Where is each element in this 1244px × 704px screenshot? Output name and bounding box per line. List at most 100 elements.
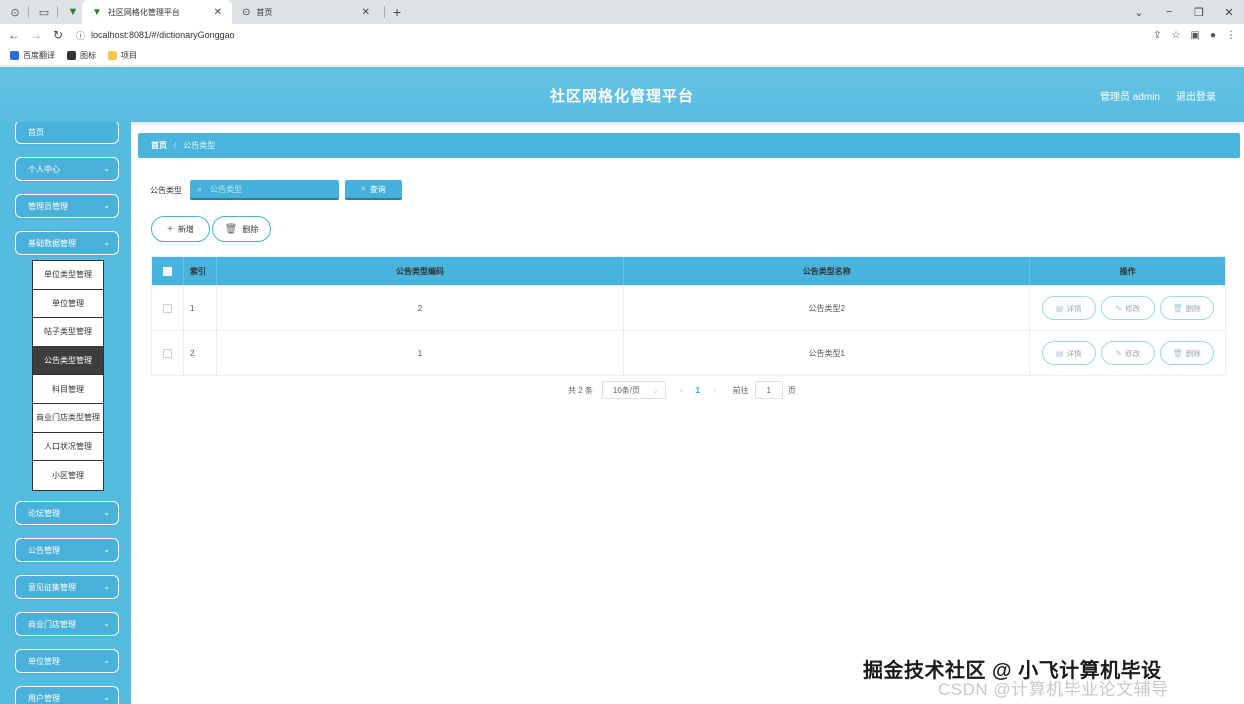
column-header-index: 索引 (184, 257, 217, 285)
column-header-ops: 操作 (1119, 266, 1136, 276)
batch-delete-button[interactable]: 🗑 删除 (212, 216, 271, 242)
query-button[interactable]: ⌕ 查询 (345, 180, 402, 200)
detail-label: 详情 (1066, 303, 1082, 313)
share-icon[interactable]: ⇪ (1153, 30, 1161, 41)
submenu-item[interactable]: 单位类型管理 (33, 261, 103, 290)
bookmark-project[interactable]: 项目 (108, 50, 137, 61)
delete-label: 删除 (1185, 303, 1201, 313)
divider (384, 6, 385, 18)
submenu-item[interactable]: 单位管理 (33, 290, 103, 319)
goto-page-input[interactable]: 1 (754, 381, 783, 399)
submenu-item-active[interactable]: 公告类型管理 (33, 346, 103, 376)
user-name: 管理员 admin (1099, 92, 1160, 103)
submenu-item[interactable]: 小区管理 (33, 461, 103, 490)
tab-active[interactable]: ▼ 社区网格化管理平台 ✕ (82, 0, 232, 24)
submenu-item[interactable]: 人口状况管理 (33, 433, 103, 462)
restore-icon[interactable]: ❐ (1184, 6, 1214, 19)
submenu-item[interactable]: 科目管理 (33, 375, 103, 404)
sidepanel-icon[interactable]: ▣ (1191, 30, 1200, 41)
reload-icon[interactable]: ↻ (50, 28, 66, 42)
blank-tab-icon[interactable]: ▭ (35, 3, 53, 21)
chevron-down-icon: ⌄ (103, 164, 110, 173)
select-all-checkbox[interactable] (162, 266, 172, 276)
forward-icon[interactable]: → (28, 28, 44, 42)
table-row: 2 1 公告类型1 ▤ 详情 ✎ 修改 🗑 删除 (152, 330, 1225, 375)
close-window-icon[interactable]: ✕ (1214, 6, 1244, 19)
goto-label: 前往 (732, 385, 749, 395)
delete-button[interactable]: 🗑 删除 (1159, 296, 1214, 320)
new-tab-icon[interactable]: + (393, 4, 401, 20)
column-header-code: 公告类型编码 (217, 257, 625, 285)
action-bar: + 新增 🗑 删除 (151, 216, 271, 242)
tab-label: 首页 (256, 7, 273, 17)
document-icon: ▤ (1055, 303, 1064, 313)
sidebar-item-label: 公告管理 (28, 545, 60, 555)
add-button[interactable]: + 新增 (151, 216, 210, 242)
vue-logo-icon[interactable]: ▼ (64, 3, 82, 21)
address-bar: ← → ↻ ⓘ localhost:8081/#/dictionaryGongg… (0, 24, 1244, 46)
prev-page-icon[interactable]: ‹ (680, 386, 683, 395)
chevron-down-icon: ⌄ (103, 619, 110, 628)
site-info-icon[interactable]: ⓘ (76, 29, 85, 42)
bookmark-star-icon[interactable]: ☆ (1172, 30, 1181, 41)
sidebar-item-user[interactable]: 用户管理 ⌄ (15, 686, 119, 704)
chevron-down-icon: ⌄ (652, 385, 659, 395)
sidebar-item-profile[interactable]: 个人中心 ⌄ (15, 157, 119, 181)
browser-menu-icon[interactable]: ⊙ (6, 3, 24, 21)
page-suffix: 页 (787, 385, 796, 395)
row-checkbox[interactable] (162, 303, 172, 313)
row-checkbox[interactable] (162, 348, 172, 358)
close-tab-icon[interactable]: ✕ (362, 7, 370, 18)
browser-tab-bar: ⊙ ▭ ▼ ▼ 社区网格化管理平台 ✕ ⊙ 首页 ✕ + ⌄ − ❐ ✕ (0, 0, 1244, 24)
tab-search-icon[interactable]: ⌄ (1124, 6, 1154, 19)
search-form: 公告类型 ⌕ ⌕ 查询 (150, 180, 402, 200)
image-icon (67, 51, 76, 60)
cell-name: 公告类型2 (624, 286, 1031, 330)
delete-button-label: 删除 (242, 224, 259, 234)
cell-name: 公告类型1 (624, 331, 1031, 375)
bookmark-label: 项目 (121, 51, 137, 60)
next-page-icon[interactable]: › (713, 386, 716, 395)
document-icon: ▤ (1055, 348, 1064, 358)
chevron-down-icon: ⌄ (103, 201, 110, 210)
minimize-icon[interactable]: − (1154, 6, 1184, 18)
search-input[interactable] (190, 180, 339, 200)
search-icon: ⌕ (361, 184, 366, 193)
sidebar-item-notice[interactable]: 公告管理 ⌄ (15, 538, 119, 562)
sidebar-item-forum[interactable]: 论坛管理 ⌄ (15, 501, 119, 525)
detail-button[interactable]: ▤ 详情 (1041, 341, 1096, 365)
edit-button[interactable]: ✎ 修改 (1100, 296, 1155, 320)
sidebar-item-shop[interactable]: 商业门店管理 ⌄ (15, 612, 119, 636)
user-area: 管理员 admin 退出登录 (1100, 88, 1216, 103)
trash-icon: 🗑 (1172, 348, 1183, 358)
sidebar-item-basic-data[interactable]: 基础数据管理 ⌄ (15, 231, 119, 255)
submenu-item[interactable]: 商业门店类型管理 (33, 404, 103, 433)
detail-label: 详情 (1066, 348, 1082, 358)
sidebar-item-label: 意见征集管理 (28, 582, 76, 592)
edit-button[interactable]: ✎ 修改 (1100, 341, 1155, 365)
detail-button[interactable]: ▤ 详情 (1041, 296, 1096, 320)
row-checkbox-cell (152, 331, 184, 375)
profile-icon[interactable]: ● (1210, 30, 1216, 41)
row-checkbox-cell (152, 286, 184, 330)
back-icon[interactable]: ← (6, 28, 22, 42)
logout-link[interactable]: 退出登录 (1176, 88, 1216, 103)
breadcrumb-home[interactable]: 首页 (151, 140, 167, 151)
bookmark-icons[interactable]: 图标 (67, 50, 96, 61)
sidebar-item-admin[interactable]: 管理员管理 ⌄ (15, 194, 119, 218)
delete-button[interactable]: 🗑 删除 (1159, 341, 1214, 365)
sidebar-item-opinion[interactable]: 意见征集管理 ⌄ (15, 575, 119, 599)
submenu-item[interactable]: 帖子类型管理 (33, 318, 103, 347)
url-field[interactable]: ⓘ localhost:8081/#/dictionaryGonggao (76, 29, 235, 42)
translate-icon (10, 51, 19, 60)
bookmark-baidu-translate[interactable]: 百度翻译 (10, 50, 55, 61)
close-tab-icon[interactable]: ✕ (214, 7, 222, 18)
sidebar-item-label: 论坛管理 (28, 508, 60, 518)
sidebar-item-unit[interactable]: 单位管理 ⌄ (15, 649, 119, 673)
current-page[interactable]: 1 (696, 386, 700, 395)
more-menu-icon[interactable]: ⋮ (1226, 30, 1236, 41)
tab-inactive[interactable]: ⊙ 首页 ✕ (232, 0, 380, 24)
sidebar-item-home[interactable]: 首页 (15, 122, 119, 144)
page-size-select[interactable]: 10条/页 ⌄ (601, 381, 666, 399)
edit-label: 修改 (1125, 303, 1141, 313)
